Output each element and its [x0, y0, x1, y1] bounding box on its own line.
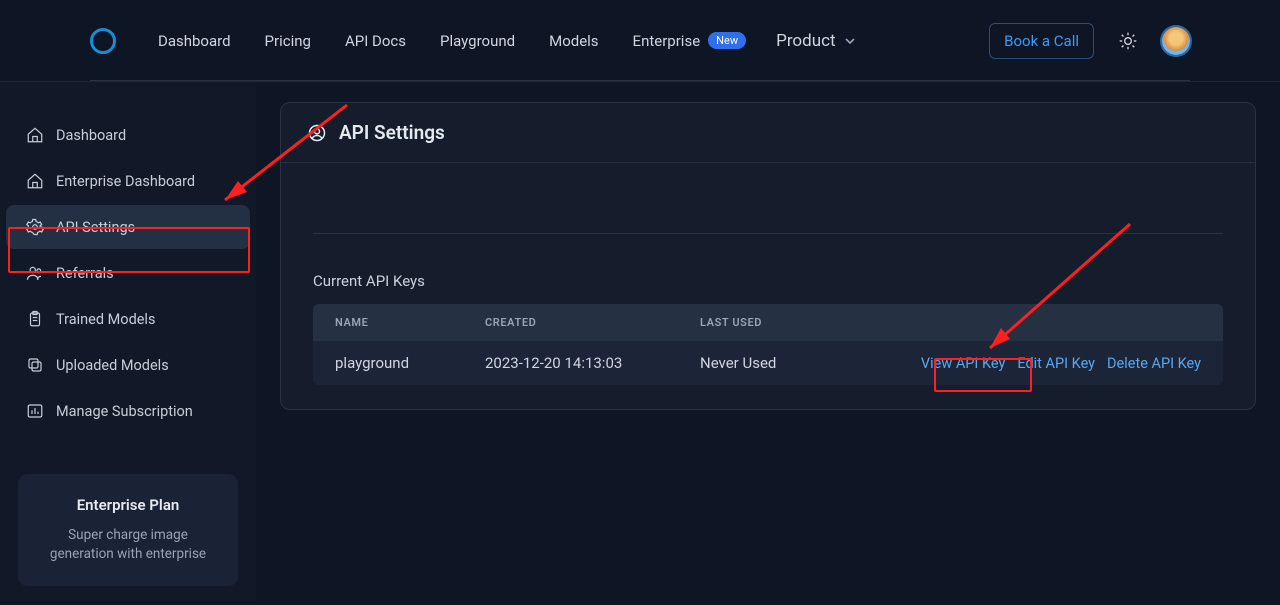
clipboard-icon: [26, 310, 44, 328]
api-keys-table: NAME CREATED LAST USED playground 2023-1…: [313, 304, 1223, 385]
sidebar-item-label: API Settings: [56, 219, 135, 236]
view-api-key-button[interactable]: View API Key: [921, 355, 1005, 372]
sidebar-item-dashboard[interactable]: Dashboard: [6, 113, 250, 157]
nav-playground[interactable]: Playground: [440, 32, 515, 50]
section-title: Current API Keys: [313, 272, 1223, 290]
book-call-button[interactable]: Book a Call: [989, 23, 1094, 59]
logo[interactable]: [90, 28, 116, 54]
col-created: CREATED: [485, 316, 700, 329]
row-actions: View API Key Edit API Key Delete API Key: [921, 355, 1201, 372]
copy-icon: [26, 356, 44, 374]
account-icon: [307, 123, 327, 143]
top-nav: Dashboard Pricing API Docs Playground Mo…: [158, 32, 746, 50]
sidebar-item-label: Trained Models: [56, 311, 155, 328]
col-last-used: LAST USED: [700, 316, 1201, 329]
enterprise-plan-desc: Super charge image generation with enter…: [36, 526, 220, 564]
sidebar-item-label: Referrals: [56, 265, 114, 282]
sidebar-item-uploaded-models[interactable]: Uploaded Models: [6, 343, 250, 387]
sidebar-item-label: Manage Subscription: [56, 403, 193, 420]
cell-name: playground: [335, 354, 485, 372]
sidebar-item-manage-subscription[interactable]: Manage Subscription: [6, 389, 250, 433]
sidebar-item-label: Enterprise Dashboard: [56, 173, 195, 190]
sidebar-item-api-settings[interactable]: API Settings: [6, 205, 250, 249]
enterprise-plan-title: Enterprise Plan: [36, 496, 220, 514]
sidebar: Dashboard Enterprise Dashboard API Setti…: [0, 82, 256, 601]
table-header: NAME CREATED LAST USED: [313, 304, 1223, 341]
chart-icon: [26, 402, 44, 420]
page-title: API Settings: [339, 121, 445, 144]
gear-icon: [26, 218, 44, 236]
nav-pricing[interactable]: Pricing: [265, 32, 311, 50]
nav-api-docs[interactable]: API Docs: [345, 32, 406, 50]
delete-api-key-button[interactable]: Delete API Key: [1107, 355, 1201, 372]
nav-enterprise-label: Enterprise: [633, 32, 701, 50]
product-dropdown[interactable]: Product: [776, 31, 855, 51]
col-name: NAME: [335, 316, 485, 329]
nav-models[interactable]: Models: [549, 32, 598, 50]
panel-body: Current API Keys NAME CREATED LAST USED …: [281, 163, 1255, 407]
sidebar-item-trained-models[interactable]: Trained Models: [6, 297, 250, 341]
table-row: playground 2023-12-20 14:13:03 Never Use…: [313, 341, 1223, 385]
cell-created: 2023-12-20 14:13:03: [485, 354, 700, 372]
layout: Dashboard Enterprise Dashboard API Setti…: [0, 82, 1280, 601]
theme-toggle-icon[interactable]: [1118, 31, 1138, 51]
users-icon: [26, 264, 44, 282]
api-settings-panel: API Settings Current API Keys NAME CREAT…: [280, 102, 1256, 410]
sidebar-item-label: Uploaded Models: [56, 357, 169, 374]
content: API Settings Current API Keys NAME CREAT…: [256, 82, 1280, 601]
sidebar-item-label: Dashboard: [56, 127, 126, 144]
badge-new: New: [708, 32, 746, 49]
chevron-down-icon: [844, 35, 856, 47]
edit-api-key-button[interactable]: Edit API Key: [1017, 355, 1095, 372]
home-icon: [26, 172, 44, 190]
nav-dashboard[interactable]: Dashboard: [158, 32, 231, 50]
nav-enterprise[interactable]: Enterprise New: [633, 32, 747, 50]
home-icon: [26, 126, 44, 144]
cell-last-used: Never Used: [700, 354, 921, 372]
panel-header: API Settings: [281, 103, 1255, 163]
enterprise-plan-card[interactable]: Enterprise Plan Super charge image gener…: [18, 474, 238, 586]
section-rule: [313, 233, 1223, 234]
product-label: Product: [776, 31, 835, 51]
sidebar-item-enterprise-dashboard[interactable]: Enterprise Dashboard: [6, 159, 250, 203]
sidebar-item-referrals[interactable]: Referrals: [6, 251, 250, 295]
avatar[interactable]: [1162, 27, 1190, 55]
topbar: Dashboard Pricing API Docs Playground Mo…: [0, 0, 1280, 82]
